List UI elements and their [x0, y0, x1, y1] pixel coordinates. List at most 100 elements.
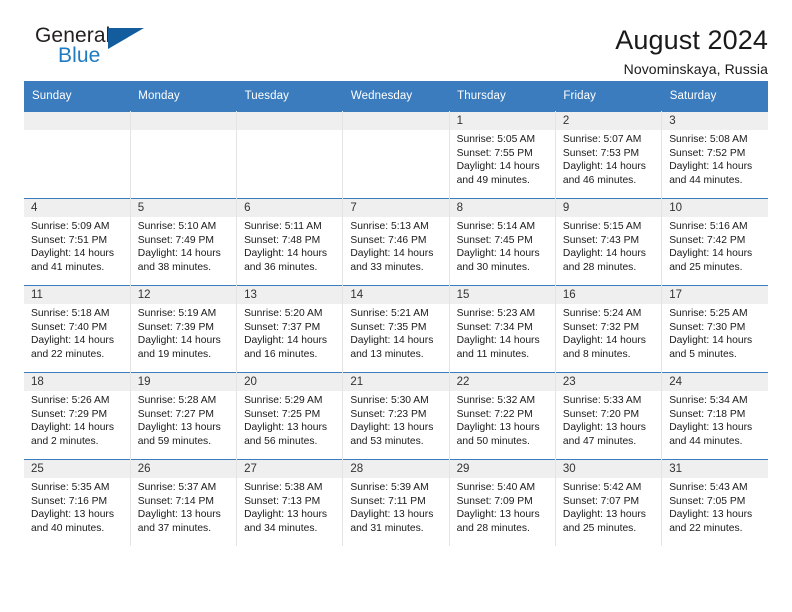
sunset-text: Sunset: 7:51 PM: [31, 234, 108, 246]
daylight-text-line1: Daylight: 14 hours: [137, 248, 221, 260]
day-cell-inner: 2 Sunrise: 5:07 AM Sunset: 7:53 PM Daylight…: [555, 112, 662, 198]
sunset-text: Sunset: 7:27 PM: [137, 408, 214, 420]
calendar-day-cell[interactable]: 25 Sunrise: 5:35 AM Sunset: 7:16 PM Dayligh…: [24, 459, 131, 546]
month-calendar: Sunday Monday Tuesday Wednesday Thursday…: [24, 81, 768, 546]
day-cell-details: Sunrise: 5:23 AM Sunset: 7:34 PM Daylight:…: [450, 304, 555, 361]
day-number: 26: [130, 460, 237, 478]
calendar-day-cell[interactable]: 5 Sunrise: 5:10 AM Sunset: 7:49 PM Daylight…: [130, 198, 238, 286]
sunrise-text: Sunrise: 5:26 AM: [31, 395, 110, 406]
calendar-day-cell[interactable]: 7 Sunrise: 5:13 AM Sunset: 7:46 PM Daylight…: [342, 198, 450, 286]
daylight-text-line2: and 28 minutes.: [456, 522, 530, 534]
day-number: 20: [237, 373, 343, 391]
sunset-text: Sunset: 7:43 PM: [562, 234, 640, 246]
daylight-text-line2: and 28 minutes.: [562, 261, 637, 273]
daylight-text-line1: Daylight: 14 hours: [456, 335, 540, 347]
daylight-text-line1: Daylight: 14 hours: [562, 248, 646, 260]
calendar-day-cell[interactable]: 12 Sunrise: 5:19 AM Sunset: 7:39 PM Dayligh…: [130, 285, 238, 373]
logo-text-blue: Blue: [58, 44, 101, 67]
sunset-text: Sunset: 7:39 PM: [137, 321, 214, 333]
calendar-day-cell[interactable]: 9 Sunrise: 5:15 AM Sunset: 7:43 PM Daylight…: [555, 198, 663, 286]
daylight-text-line2: and 49 minutes.: [456, 174, 530, 186]
sunrise-text: Sunrise: 5:07 AM: [562, 134, 642, 145]
daylight-text-line1: Daylight: 14 hours: [669, 161, 753, 173]
calendar-day-cell[interactable]: 8 Sunrise: 5:14 AM Sunset: 7:45 PM Daylight…: [449, 198, 556, 286]
daylight-text-line2: and 5 minutes.: [669, 348, 737, 360]
calendar-day-cell[interactable]: 19 Sunrise: 5:28 AM Sunset: 7:27 PM Dayligh…: [130, 372, 238, 460]
sunset-text: Sunset: 7:22 PM: [456, 408, 533, 420]
calendar-day-cell[interactable]: 18 Sunrise: 5:26 AM Sunset: 7:29 PM Dayligh…: [24, 372, 131, 460]
calendar-day-cell[interactable]: 24 Sunrise: 5:34 AM Sunset: 7:18 PM Dayligh…: [661, 372, 768, 460]
calendar-day-cell[interactable]: 6 Sunrise: 5:11 AM Sunset: 7:48 PM Daylight…: [236, 198, 344, 286]
day-number: 16: [555, 286, 662, 304]
calendar-day-cell[interactable]: 10 Sunrise: 5:16 AM Sunset: 7:42 PM Dayligh…: [661, 198, 768, 286]
sunrise-text: Sunrise: 5:10 AM: [137, 221, 217, 232]
calendar-day-cell[interactable]: 15 Sunrise: 5:23 AM Sunset: 7:34 PM Dayligh…: [449, 285, 556, 373]
sunrise-text: Sunrise: 5:20 AM: [244, 308, 323, 319]
day-cell-inner: [343, 112, 449, 198]
calendar-day-cell[interactable]: 22 Sunrise: 5:32 AM Sunset: 7:22 PM Dayligh…: [449, 372, 556, 460]
page-subtitle: Novominskaya, Russia: [623, 61, 768, 77]
day-number: [130, 112, 237, 130]
sunrise-text: Sunrise: 5:05 AM: [456, 134, 536, 145]
calendar-day-cell[interactable]: 30 Sunrise: 5:42 AM Sunset: 7:07 PM Dayligh…: [555, 459, 663, 546]
daylight-text-line2: and 34 minutes.: [244, 522, 318, 534]
sunset-text: Sunset: 7:09 PM: [456, 495, 533, 507]
day-cell-details: Sunrise: 5:24 AM Sunset: 7:32 PM Daylight:…: [556, 304, 661, 361]
calendar-day-cell[interactable]: 17 Sunrise: 5:25 AM Sunset: 7:30 PM Dayligh…: [661, 285, 768, 373]
daylight-text-line2: and 41 minutes.: [31, 261, 105, 273]
sunrise-text: Sunrise: 5:42 AM: [562, 482, 642, 493]
day-cell-details: Sunrise: 5:16 AM Sunset: 7:42 PM Daylight:…: [662, 217, 768, 274]
calendar-day-cell[interactable]: 13 Sunrise: 5:20 AM Sunset: 7:37 PM Dayligh…: [236, 285, 344, 373]
calendar-day-cell[interactable]: 2 Sunrise: 5:07 AM Sunset: 7:53 PM Daylight…: [555, 111, 663, 199]
sunset-text: Sunset: 7:14 PM: [137, 495, 214, 507]
daylight-text-line1: Daylight: 13 hours: [562, 509, 646, 521]
sunset-text: Sunset: 7:16 PM: [31, 495, 108, 507]
day-cell-inner: 23 Sunrise: 5:33 AM Sunset: 7:20 PM Dayligh…: [555, 373, 662, 459]
calendar-day-cell[interactable]: 29 Sunrise: 5:40 AM Sunset: 7:09 PM Dayligh…: [449, 459, 556, 546]
calendar-day-cell[interactable]: 27 Sunrise: 5:38 AM Sunset: 7:13 PM Dayligh…: [236, 459, 344, 546]
sunrise-text: Sunrise: 5:32 AM: [456, 395, 536, 406]
daylight-text-line1: Daylight: 13 hours: [456, 509, 540, 521]
calendar-day-cell[interactable]: 11 Sunrise: 5:18 AM Sunset: 7:40 PM Dayligh…: [24, 285, 131, 373]
sunset-text: Sunset: 7:32 PM: [562, 321, 640, 333]
calendar-day-cell[interactable]: 23 Sunrise: 5:33 AM Sunset: 7:20 PM Dayligh…: [555, 372, 663, 460]
calendar-day-cell[interactable]: 4 Sunrise: 5:09 AM Sunset: 7:51 PM Daylight…: [24, 198, 131, 286]
day-cell-details: Sunrise: 5:26 AM Sunset: 7:29 PM Daylight:…: [24, 391, 130, 448]
sunrise-text: Sunrise: 5:34 AM: [669, 395, 748, 406]
daylight-text-line1: Daylight: 14 hours: [669, 248, 753, 260]
daylight-text-line1: Daylight: 14 hours: [669, 335, 753, 347]
daylight-text-line2: and 13 minutes.: [350, 348, 424, 360]
daylight-text-line2: and 46 minutes.: [562, 174, 637, 186]
sunrise-text: Sunrise: 5:08 AM: [669, 134, 748, 145]
calendar-day-cell[interactable]: 1 Sunrise: 5:05 AM Sunset: 7:55 PM Daylight…: [449, 111, 556, 199]
calendar-day-cell[interactable]: 26 Sunrise: 5:37 AM Sunset: 7:14 PM Dayligh…: [130, 459, 238, 546]
daylight-text-line1: Daylight: 13 hours: [137, 509, 221, 521]
day-cell-details: Sunrise: 5:10 AM Sunset: 7:49 PM Daylight:…: [131, 217, 236, 274]
day-cell-details: Sunrise: 5:38 AM Sunset: 7:13 PM Daylight:…: [237, 478, 342, 535]
calendar-day-cell[interactable]: 31 Sunrise: 5:43 AM Sunset: 7:05 PM Dayligh…: [661, 459, 768, 546]
calendar-day-cell[interactable]: 14 Sunrise: 5:21 AM Sunset: 7:35 PM Dayligh…: [342, 285, 450, 373]
sunset-text: Sunset: 7:13 PM: [244, 495, 321, 507]
day-cell-inner: 21 Sunrise: 5:30 AM Sunset: 7:23 PM Dayligh…: [343, 373, 449, 459]
day-cell-details: Sunrise: 5:13 AM Sunset: 7:46 PM Daylight:…: [343, 217, 448, 274]
day-cell-details: Sunrise: 5:37 AM Sunset: 7:14 PM Daylight:…: [131, 478, 236, 535]
day-cell-inner: 9 Sunrise: 5:15 AM Sunset: 7:43 PM Daylight…: [555, 199, 662, 285]
calendar-day-cell[interactable]: 28 Sunrise: 5:39 AM Sunset: 7:11 PM Dayligh…: [342, 459, 450, 546]
daylight-text-line2: and 53 minutes.: [350, 435, 424, 447]
calendar-day-cell[interactable]: 16 Sunrise: 5:24 AM Sunset: 7:32 PM Dayligh…: [555, 285, 663, 373]
daylight-text-line2: and 40 minutes.: [31, 522, 105, 534]
calendar-day-cell[interactable]: 20 Sunrise: 5:29 AM Sunset: 7:25 PM Dayligh…: [236, 372, 344, 460]
calendar-week-row: 25 Sunrise: 5:35 AM Sunset: 7:16 PM Dayligh…: [24, 459, 768, 546]
sunset-text: Sunset: 7:49 PM: [137, 234, 214, 246]
day-cell-inner: 19 Sunrise: 5:28 AM Sunset: 7:27 PM Dayligh…: [130, 373, 237, 459]
general-blue-logo[interactable]: General Blue: [24, 24, 148, 72]
calendar-day-cell[interactable]: 21 Sunrise: 5:30 AM Sunset: 7:23 PM Dayligh…: [342, 372, 450, 460]
weekday-header-tuesday: Tuesday: [236, 81, 343, 112]
calendar-day-cell[interactable]: 3 Sunrise: 5:08 AM Sunset: 7:52 PM Daylight…: [661, 111, 768, 199]
day-cell-inner: 18 Sunrise: 5:26 AM Sunset: 7:29 PM Dayligh…: [24, 373, 130, 459]
sunrise-text: Sunrise: 5:11 AM: [244, 221, 322, 232]
daylight-text-line2: and 37 minutes.: [137, 522, 212, 534]
day-cell-inner: 8 Sunrise: 5:14 AM Sunset: 7:45 PM Daylight…: [449, 199, 555, 285]
day-cell-inner: 27 Sunrise: 5:38 AM Sunset: 7:13 PM Dayligh…: [237, 460, 343, 546]
day-number: 6: [237, 199, 343, 217]
